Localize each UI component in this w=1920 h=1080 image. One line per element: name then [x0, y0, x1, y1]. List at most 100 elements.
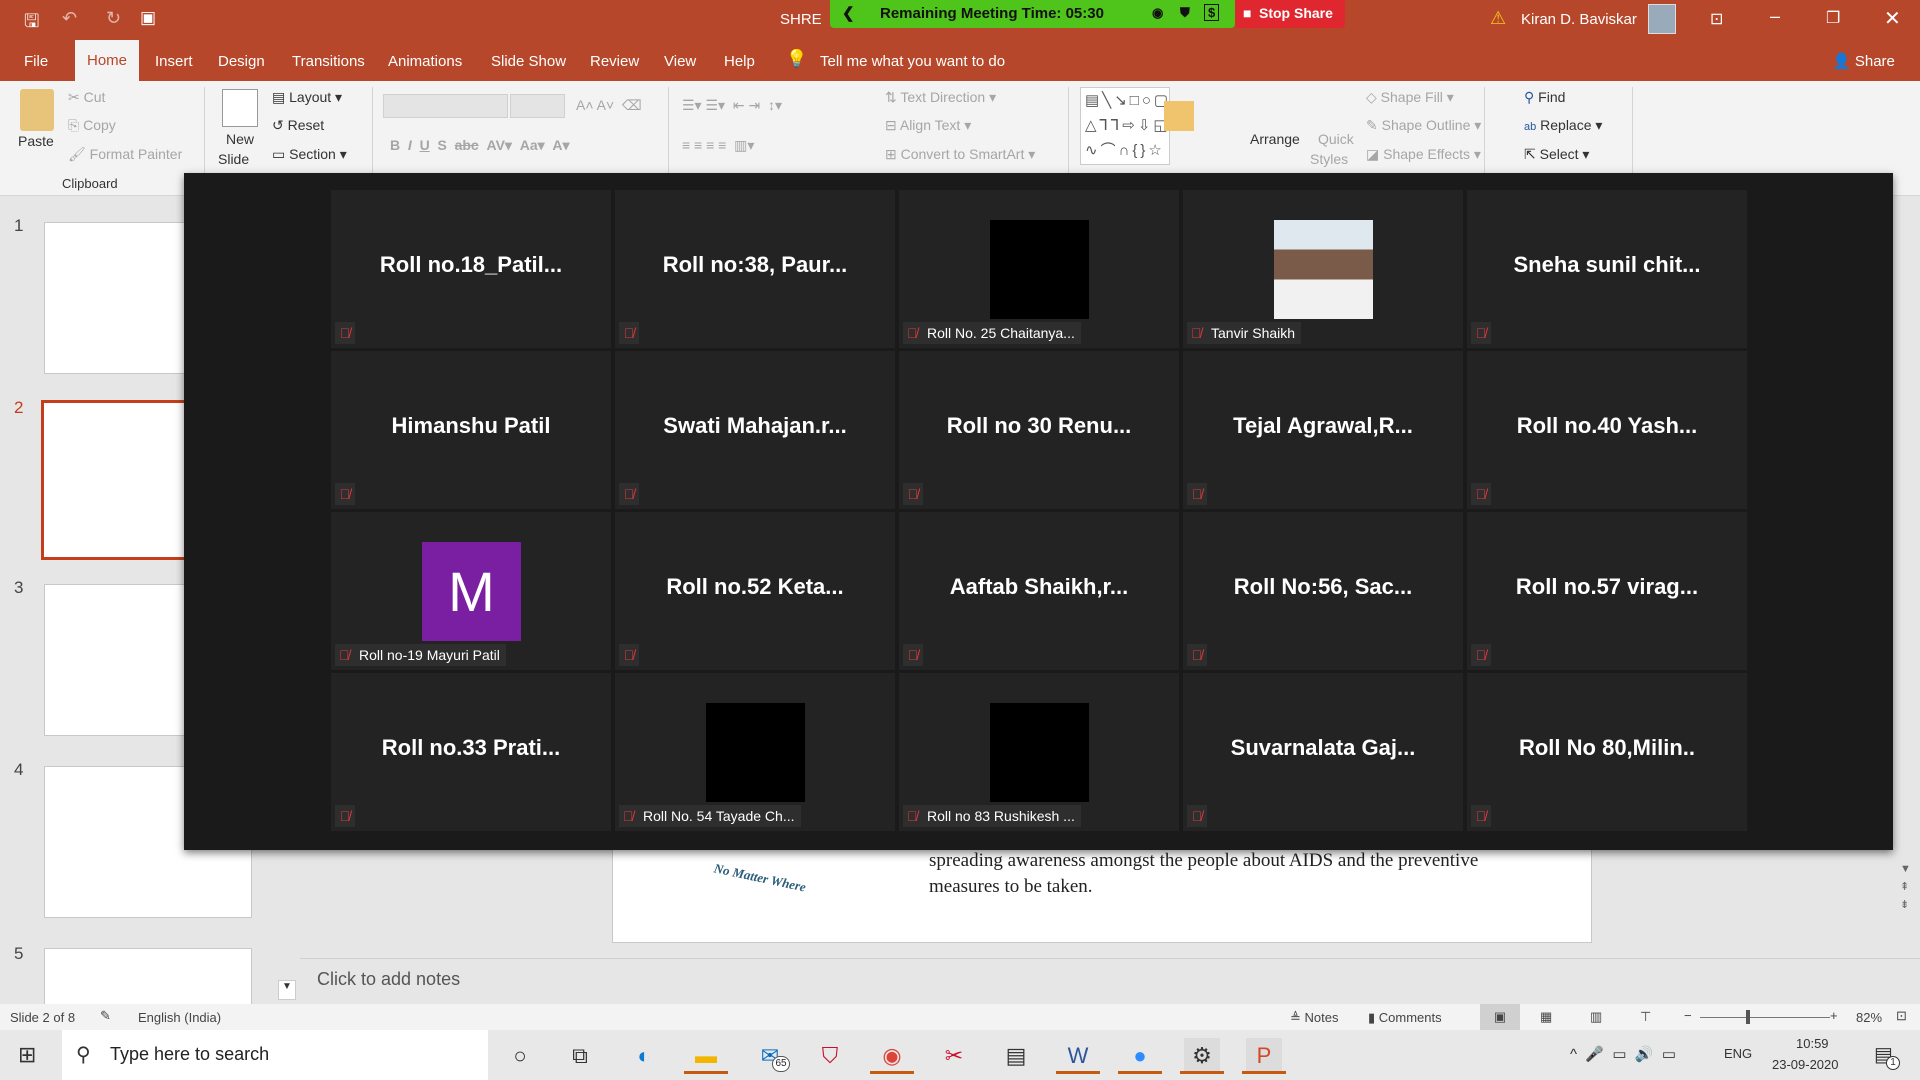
- font-family-select[interactable]: [383, 94, 508, 118]
- quick-styles-label-2[interactable]: Styles: [1310, 151, 1348, 167]
- cut-button[interactable]: ✂ Cut: [68, 89, 105, 106]
- taskbar-search-box[interactable]: ⚲ Type here to search: [62, 1030, 488, 1080]
- notes-button[interactable]: ≜ Notes: [1290, 1010, 1338, 1026]
- comments-button[interactable]: ▮ Comments: [1368, 1010, 1442, 1026]
- mail-icon[interactable]: ✉ 65: [752, 1038, 790, 1074]
- participant-tile[interactable]: Roll no.33 Prati... 🎙̸: [331, 673, 611, 831]
- slide-sorter-button[interactable]: ▦: [1540, 1009, 1552, 1025]
- participant-tile[interactable]: Roll No 80,Milin.. 🎙̸: [1467, 673, 1747, 831]
- restore-icon[interactable]: ❐: [1826, 8, 1840, 28]
- powerpoint-icon[interactable]: P: [1242, 1038, 1286, 1074]
- tab-animations[interactable]: Animations: [378, 49, 472, 74]
- convert-smartart-button[interactable]: ⊞ Convert to SmartArt ▾: [885, 146, 1035, 163]
- new-slide-label[interactable]: New: [226, 131, 254, 147]
- tab-file[interactable]: File: [14, 49, 58, 74]
- font-size-select[interactable]: [510, 94, 565, 118]
- format-painter-button[interactable]: 🖌 Format Painter: [68, 146, 182, 163]
- zoom-slider-thumb[interactable]: [1746, 1010, 1750, 1024]
- slide-thumbnail-5[interactable]: [44, 948, 252, 1008]
- participant-tile[interactable]: M 🎙̸ Roll no-19 Mayuri Patil: [331, 512, 611, 670]
- word-icon[interactable]: W: [1056, 1038, 1100, 1074]
- replace-button[interactable]: ab Replace ▾: [1524, 117, 1602, 134]
- store-icon[interactable]: ▤: [998, 1038, 1034, 1074]
- snip-icon[interactable]: ✂: [936, 1038, 972, 1074]
- task-view-icon[interactable]: ⧉: [562, 1038, 598, 1074]
- spellcheck-icon[interactable]: ✎: [100, 1008, 111, 1024]
- text-direction-button[interactable]: ⇅ Text Direction ▾: [885, 89, 996, 106]
- edge-icon[interactable]: ◐: [626, 1038, 662, 1074]
- zoom-in-button[interactable]: +: [1830, 1008, 1838, 1023]
- windows-start-icon[interactable]: ⊞: [18, 1042, 36, 1068]
- normal-view-button[interactable]: ▣: [1480, 1004, 1520, 1030]
- present-icon[interactable]: ▣: [140, 8, 156, 28]
- copy-button[interactable]: ⎘ Copy: [68, 117, 116, 134]
- participant-tile[interactable]: Roll no.57 virag... 🎙̸: [1467, 512, 1747, 670]
- scroll-down-button[interactable]: ▼: [278, 980, 296, 1000]
- tab-help[interactable]: Help: [714, 49, 765, 74]
- dollar-icon[interactable]: $: [1204, 4, 1220, 21]
- redo-icon[interactable]: ↻: [106, 8, 121, 29]
- section-button[interactable]: ▭ Section ▾: [272, 146, 347, 163]
- layout-button[interactable]: ▤ Layout ▾: [272, 89, 342, 106]
- minimize-icon[interactable]: –: [1770, 6, 1780, 27]
- participant-tile[interactable]: Tejal Agrawal,R... 🎙̸: [1183, 351, 1463, 509]
- arrange-icon[interactable]: [1164, 101, 1194, 131]
- close-icon[interactable]: ✕: [1884, 6, 1901, 31]
- avatar[interactable]: [1648, 4, 1676, 34]
- input-language[interactable]: ENG: [1724, 1046, 1752, 1061]
- font-format-buttons[interactable]: B I U S abc AV▾ Aa▾ A▾: [390, 137, 570, 154]
- share-button[interactable]: 👤 Share: [1832, 52, 1895, 70]
- participant-tile[interactable]: 🎙̸ Roll No. 54 Tayade Ch...: [615, 673, 895, 831]
- mcafee-icon[interactable]: ⛉: [812, 1038, 848, 1074]
- cortana-icon[interactable]: ○: [502, 1038, 538, 1074]
- stop-share-button[interactable]: ■ Stop Share: [1235, 0, 1345, 28]
- shape-outline-button[interactable]: ✎ Shape Outline ▾: [1366, 117, 1481, 134]
- notes-placeholder[interactable]: Click to add notes: [317, 969, 460, 990]
- tab-insert[interactable]: Insert: [145, 49, 203, 74]
- participant-tile[interactable]: Roll no.40 Yash... 🎙̸: [1467, 351, 1747, 509]
- settings-icon[interactable]: ⚙: [1180, 1038, 1224, 1074]
- participant-tile[interactable]: Himanshu Patil 🎙̸: [331, 351, 611, 509]
- user-name[interactable]: Kiran D. Baviskar: [1521, 11, 1637, 28]
- shape-fill-button[interactable]: ◇ Shape Fill ▾: [1366, 89, 1454, 106]
- select-button[interactable]: ⇱ Select ▾: [1524, 146, 1589, 163]
- participant-tile[interactable]: Roll no 30 Renu... 🎙̸: [899, 351, 1179, 509]
- record-icon[interactable]: ◉: [1152, 5, 1163, 21]
- fit-slide-icon[interactable]: ⊡: [1896, 1008, 1907, 1024]
- participant-tile[interactable]: Roll no:38, Paur... 🎙̸: [615, 190, 895, 348]
- participant-tile[interactable]: Roll no.18_Patil... 🎙̸: [331, 190, 611, 348]
- paragraph-list-buttons[interactable]: ☰▾ ☰▾ ⇤ ⇥ ↕▾: [682, 97, 782, 114]
- participant-tile[interactable]: Sneha sunil chit... 🎙̸: [1467, 190, 1747, 348]
- file-explorer-icon[interactable]: ▬: [684, 1038, 728, 1074]
- quick-styles-button[interactable]: Quick: [1318, 131, 1354, 147]
- save-icon[interactable]: 🖫: [24, 9, 39, 39]
- clock-time[interactable]: 10:59: [1796, 1036, 1829, 1051]
- new-slide-icon[interactable]: [222, 89, 258, 127]
- shield-icon[interactable]: ⛊: [1180, 5, 1190, 21]
- clock-date[interactable]: 23-09-2020: [1772, 1057, 1839, 1072]
- tab-home[interactable]: Home: [75, 40, 140, 83]
- vertical-scrollbar[interactable]: ▼ ⇞ ⇟: [1900, 860, 1916, 914]
- zoom-out-button[interactable]: −: [1684, 1008, 1692, 1023]
- participant-tile[interactable]: 🎙̸ Tanvir Shaikh: [1183, 190, 1463, 348]
- participant-tile[interactable]: Aaftab Shaikh,r... 🎙̸: [899, 512, 1179, 670]
- collapse-icon[interactable]: ❮: [842, 4, 855, 22]
- paste-button[interactable]: Paste: [18, 133, 54, 149]
- participant-tile[interactable]: 🎙̸ Roll No. 25 Chaitanya...: [899, 190, 1179, 348]
- find-button[interactable]: ⚲ Find: [1524, 89, 1565, 106]
- tab-slide-show[interactable]: Slide Show: [481, 49, 576, 74]
- font-size-buttons[interactable]: A˄ A˅ ⌫: [576, 97, 642, 114]
- chrome-icon[interactable]: ◉: [870, 1038, 914, 1074]
- tab-review[interactable]: Review: [580, 49, 649, 74]
- zoom-slider[interactable]: [1700, 1017, 1830, 1018]
- paste-icon[interactable]: [20, 89, 54, 131]
- tab-transitions[interactable]: Transitions: [282, 49, 375, 74]
- tell-me-input[interactable]: Tell me what you want to do: [820, 53, 1005, 70]
- zoom-app-icon[interactable]: ●: [1118, 1038, 1162, 1074]
- zoom-level[interactable]: 82%: [1856, 1010, 1882, 1025]
- slide-canvas[interactable]: No Matter Where spreading awareness amon…: [612, 850, 1592, 943]
- tray-icons[interactable]: ^ 🎤 ▭ 🔊 ▭: [1570, 1045, 1676, 1063]
- participant-tile[interactable]: 🎙̸ Roll no 83 Rushikesh ...: [899, 673, 1179, 831]
- undo-icon[interactable]: ↶: [62, 8, 77, 29]
- reset-button[interactable]: ↺ Reset: [272, 117, 324, 134]
